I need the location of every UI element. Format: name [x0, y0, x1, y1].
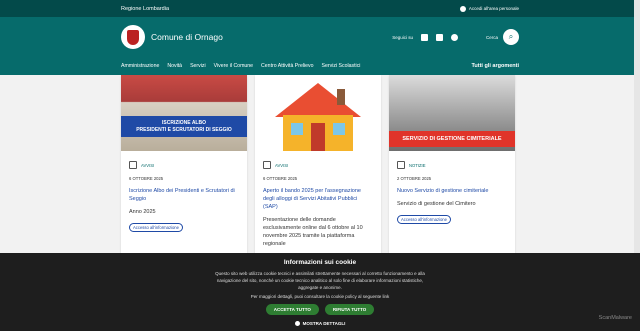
calendar-icon: [129, 161, 137, 169]
nav-item-servizi-scolastici[interactable]: Servizi Scolastici: [322, 63, 361, 69]
card-description: Anno 2025: [129, 209, 156, 215]
gear-icon: [294, 321, 300, 326]
card-category[interactable]: NOTIZIE: [397, 161, 507, 169]
all-topics-link[interactable]: Tutti gli argomenti: [471, 63, 519, 69]
instagram-icon[interactable]: [450, 33, 458, 41]
card-title[interactable]: Aperto il bando 2025 per l'assegnazione …: [263, 187, 373, 211]
login-link[interactable]: Accedi all'area personale: [459, 5, 519, 12]
nav-item-novita[interactable]: Novità: [167, 63, 182, 69]
card-date: 2 OTTOBRE 2025: [397, 176, 432, 181]
region-link[interactable]: Regione Lombardia: [121, 6, 169, 12]
card-description: Servizio di gestione del Cimitero: [397, 201, 476, 207]
show-details-label: MOSTRA DETTAGLI: [302, 321, 346, 326]
municipality-logo[interactable]: [121, 25, 145, 49]
cookie-title: Informazioni sui cookie: [283, 259, 357, 266]
search: Cerca ⌕: [486, 29, 519, 45]
card-title[interactable]: Iscrizione Albo dei Presidenti e Scrutat…: [129, 187, 239, 203]
cookie-text: Questo sito web utilizza cookie tecnici …: [215, 271, 425, 290]
calendar-icon: [397, 161, 405, 169]
watermark-logo: ScanMalware: [598, 315, 632, 321]
login-label: Accedi all'area personale: [468, 6, 519, 11]
reject-all-button[interactable]: RIFIUTA TUTTO: [324, 304, 375, 315]
youtube-icon[interactable]: [435, 33, 443, 41]
nav-item-vivere[interactable]: Vivere il Comune: [214, 63, 253, 69]
card-tag[interactable]: Accesso all'informazione: [129, 223, 183, 232]
card-description: Presentazione delle domande esclusivamen…: [263, 217, 363, 247]
category-label: AVVISI: [275, 162, 289, 168]
search-icon: ⌕: [508, 32, 514, 41]
card-category[interactable]: AVVISI: [263, 161, 373, 169]
category-label: AVVISI: [141, 162, 155, 168]
main-nav: Amministrazione Novità Servizi Vivere il…: [0, 57, 640, 75]
card-title[interactable]: Nuovo Servizio di gestione cimiteriale: [397, 187, 507, 195]
site-header: Comune di Ornago Seguici su Cerca ⌕: [0, 17, 640, 57]
user-icon: [459, 5, 466, 12]
card-date: 6 OTTOBRE 2025: [129, 176, 164, 181]
card-image-banner: SERVIZIO DI GESTIONE CIMITERIALE: [389, 131, 515, 147]
card-image: SERVIZIO DI GESTIONE CIMITERIALE: [389, 75, 515, 151]
card-image: [255, 75, 381, 151]
coat-of-arms-icon: [127, 29, 139, 45]
nav-item-centro-prelievo[interactable]: Centro Attività Prelievo: [261, 63, 313, 69]
show-details-button[interactable]: MOSTRA DETTAGLI: [0, 321, 640, 326]
social-links: Seguici su: [392, 33, 458, 41]
cookie-banner: Informazioni sui cookie Questo sito web …: [0, 253, 640, 331]
facebook-icon[interactable]: [420, 33, 428, 41]
cookie-policy-text[interactable]: Per maggiori dettagli, puoi consultare l…: [210, 293, 430, 300]
card-image-banner: ISCRIZIONE ALBO PRESIDENTI E SCRUTATORI …: [121, 116, 247, 137]
house-illustration: [275, 83, 361, 151]
search-button[interactable]: ⌕: [503, 29, 519, 45]
category-label: NOTIZIE: [409, 162, 426, 168]
calendar-icon: [263, 161, 271, 169]
site-title[interactable]: Comune di Ornago: [151, 32, 223, 42]
card-category[interactable]: AVVISI: [129, 161, 239, 169]
nav-item-servizi[interactable]: Servizi: [190, 63, 206, 69]
accept-all-button[interactable]: ACCETTA TUTTO: [265, 304, 319, 315]
card-tag[interactable]: Accesso all'informazione: [397, 215, 451, 224]
card-date: 6 OTTOBRE 2025: [263, 176, 298, 181]
top-bar: Regione Lombardia Accedi all'area person…: [0, 0, 640, 17]
nav-item-amministrazione[interactable]: Amministrazione: [121, 63, 159, 69]
social-label: Seguici su: [392, 34, 413, 40]
card-image: ISCRIZIONE ALBO PRESIDENTI E SCRUTATORI …: [121, 75, 247, 151]
search-label: Cerca: [485, 34, 498, 40]
